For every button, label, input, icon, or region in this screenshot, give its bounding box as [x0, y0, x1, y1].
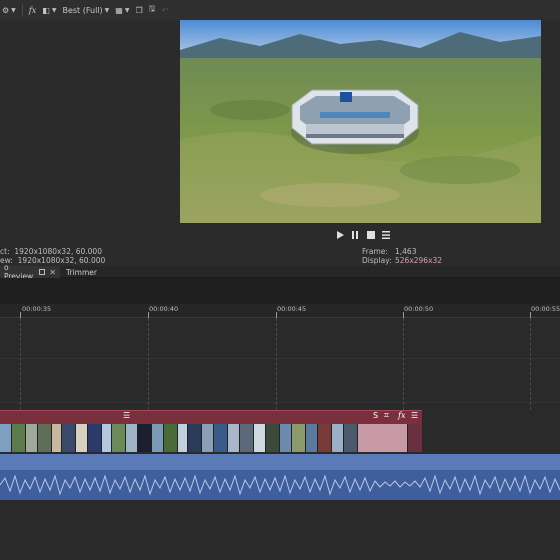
window-icon[interactable] — [39, 269, 46, 275]
track-divider — [0, 402, 560, 403]
clip-thumbnail — [102, 424, 112, 452]
ruler-label: 00:00:45 — [277, 305, 307, 313]
video-clip-thumbnails[interactable] — [0, 424, 422, 452]
video-frame — [180, 20, 541, 223]
chevron-down-icon: ▼ — [51, 6, 57, 14]
split-screen-button[interactable]: ◧ ▼ — [42, 6, 56, 15]
preview-settings-button[interactable]: ⚙ ▼ — [2, 6, 16, 15]
clip-thumbnail — [214, 424, 228, 452]
split-screen-icon: ◧ — [42, 5, 50, 15]
empty-track-area — [0, 500, 560, 560]
save-icon: 🖫 — [148, 4, 156, 13]
copy-snapshot-button[interactable]: ❐ — [135, 6, 142, 15]
copy-icon: ❐ — [135, 5, 143, 15]
close-icon[interactable]: ✕ — [49, 268, 56, 277]
fx-icon: fx — [28, 5, 37, 15]
audio-clip-header[interactable] — [0, 454, 560, 470]
grid-line — [20, 318, 21, 410]
track-divider — [0, 358, 560, 359]
ruler-label: 00:00:40 — [149, 305, 179, 313]
chevron-down-icon: ▼ — [124, 6, 130, 14]
fx-icon[interactable]: fx — [398, 411, 405, 420]
display-label: Display: — [362, 256, 392, 265]
grid-line — [530, 318, 531, 410]
audio-waveform[interactable] — [0, 470, 560, 500]
ruler-label: 00:00:35 — [22, 305, 52, 313]
display-value: 526x296x32 — [395, 256, 443, 265]
clip-thumbnail — [240, 424, 254, 452]
ruler-label: 00:00:55 — [531, 305, 560, 313]
display-info: Display: 526x296x32 — [362, 256, 442, 265]
quality-label: Best (Full) — [62, 5, 103, 15]
clip-menu-icon[interactable]: ☰ — [123, 411, 130, 420]
clip-thumbnail — [76, 424, 88, 452]
grid-line — [276, 318, 277, 410]
clip-thumbnail — [164, 424, 178, 452]
toolbar-divider — [21, 4, 23, 16]
grid-line — [403, 318, 404, 410]
clip-thumbnail — [332, 424, 344, 452]
clip-thumbnail — [228, 424, 240, 452]
clip-thumbnail — [52, 424, 62, 452]
timeline-header-gap — [0, 278, 560, 304]
frame-value: 1,463 — [395, 247, 417, 256]
clip-thumbnail — [280, 424, 292, 452]
clip-thumbnail — [38, 424, 52, 452]
video-clip-header[interactable] — [0, 410, 422, 424]
frame-info: Frame: 1,463 — [362, 247, 416, 256]
project-info: ct: 1920x1080x32, 60.000 — [0, 247, 102, 256]
grid-icon: ▦ — [115, 5, 123, 15]
clip-thumbnail — [0, 424, 12, 452]
clip-thumbnail — [26, 424, 38, 452]
save-snapshot-button[interactable]: 🖫 — [149, 3, 156, 17]
project-label: ct: — [0, 247, 10, 256]
tab-trimmer[interactable]: Trimmer — [62, 266, 122, 278]
stop-button[interactable] — [366, 230, 376, 240]
preview-quality-select[interactable]: Best (Full) ▼ — [62, 6, 109, 15]
clip-thumbnail — [306, 424, 318, 452]
clip-thumbnail — [344, 424, 358, 452]
undo-button[interactable]: ↶ — [161, 6, 168, 15]
empty-track-area — [422, 410, 560, 424]
clip-thumbnail — [178, 424, 188, 452]
clip-thumbnail — [266, 424, 280, 452]
clip-thumbnail — [358, 424, 408, 452]
clip-thumbnail — [152, 424, 164, 452]
chevron-down-icon: ▼ — [11, 6, 16, 14]
clip-thumbnail — [292, 424, 306, 452]
ruler-label: 00:00:50 — [404, 305, 434, 313]
pause-button[interactable] — [350, 230, 360, 240]
tab-label: Trimmer — [66, 267, 97, 277]
video-fx-button[interactable]: fx — [29, 6, 36, 15]
clip-end-label: S — [373, 411, 379, 420]
preview-toolbar: ⚙ ▼ fx ◧ ▼ Best (Full) ▼ ▦ ▼ ❐ 🖫 ↶ — [0, 0, 560, 20]
settings-icon: ⚙ — [2, 5, 10, 15]
grid-line — [148, 318, 149, 410]
clip-thumbnail — [254, 424, 266, 452]
frame-label: Frame: — [362, 247, 388, 256]
clip-menu-icon[interactable]: ☰ — [411, 411, 418, 420]
play-button[interactable] — [335, 230, 345, 240]
clip-thumbnail — [62, 424, 76, 452]
overlays-button[interactable]: ▦ ▼ — [115, 6, 129, 15]
crop-icon[interactable]: ⌗ — [384, 411, 389, 421]
clip-thumbnail — [88, 424, 102, 452]
undo-icon: ↶ — [161, 5, 169, 15]
chevron-down-icon: ▼ — [104, 6, 110, 14]
clip-thumbnail — [318, 424, 332, 452]
preview-info: ct: 1920x1080x32, 60.000 ew: 1920x1080x3… — [0, 245, 560, 267]
tab-video-preview[interactable]: o Preview ✕ — [0, 263, 60, 281]
transport-bar — [0, 226, 560, 244]
menu-icon[interactable] — [381, 230, 391, 240]
clip-thumbnail — [112, 424, 126, 452]
clip-thumbnail — [138, 424, 152, 452]
clip-thumbnail — [12, 424, 26, 452]
clip-thumbnail — [126, 424, 138, 452]
clip-thumbnail — [188, 424, 202, 452]
project-value: 1920x1080x32, 60.000 — [14, 247, 102, 256]
clip-thumbnail — [202, 424, 214, 452]
